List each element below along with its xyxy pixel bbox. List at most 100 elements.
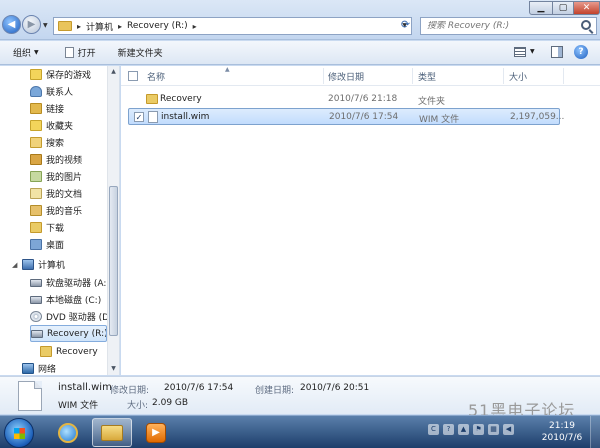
clock[interactable]: 21:19 2010/7/6: [540, 420, 584, 444]
nav-scrollbar[interactable]: ▲ ▼: [107, 66, 119, 375]
breadcrumb-computer[interactable]: 计算机: [86, 20, 113, 33]
contacts-icon: [30, 86, 42, 97]
language-icon[interactable]: C: [428, 424, 439, 435]
taskbar-internet-explorer[interactable]: [48, 418, 88, 447]
scroll-down-icon[interactable]: ▼: [108, 363, 119, 375]
file-type: WIM 文件: [419, 115, 460, 125]
file-name: Recovery: [160, 94, 202, 104]
show-desktop-button[interactable]: [590, 416, 600, 448]
details-filetype: WIM 文件: [58, 401, 99, 411]
nav-item-label: 链接: [46, 105, 65, 115]
column-size[interactable]: 大小: [509, 70, 527, 83]
pictures-icon: [30, 171, 42, 182]
back-arrow-icon: ◀: [7, 19, 16, 30]
organize-label: 组织: [13, 49, 32, 59]
file-modified: 2010/7/6 21:18: [328, 94, 398, 104]
nav-item-label: Recovery (R:): [47, 328, 107, 339]
folder-icon: [146, 94, 158, 104]
nav-item-dvd-drive[interactable]: DVD 驱动器 (D:): [30, 308, 107, 325]
nav-item-label: DVD 驱动器 (D:): [46, 313, 107, 323]
column-divider[interactable]: [323, 68, 324, 84]
start-button[interactable]: [4, 418, 34, 448]
open-button[interactable]: 打开: [64, 46, 96, 59]
column-divider[interactable]: [563, 68, 564, 84]
maximize-icon: ▢: [558, 3, 568, 13]
address-bar[interactable]: ▸ 计算机 ▸ Recovery (R:) ▸ ▼: [53, 17, 412, 35]
nav-item-label: 计算机: [38, 261, 66, 271]
maximize-button[interactable]: ▢: [552, 1, 574, 15]
chevron-down-icon: ▼: [34, 49, 39, 56]
new-folder-button[interactable]: 新建文件夹: [118, 46, 163, 59]
expand-arrow-icon[interactable]: ◢: [12, 261, 20, 269]
column-divider[interactable]: [503, 68, 504, 84]
taskbar-windows-explorer[interactable]: [92, 418, 132, 447]
network-status-icon[interactable]: ▦: [488, 424, 499, 435]
organize-button[interactable]: 组织 ▼: [13, 46, 39, 59]
address-folder-icon: [58, 21, 72, 31]
dvd-drive-icon: [30, 311, 42, 322]
nav-item-recovery-drive[interactable]: Recovery (R:): [30, 325, 107, 342]
local-disk-icon: [30, 295, 42, 304]
details-modified-value: 2010/7/6 17:54: [164, 383, 234, 393]
nav-item-computer[interactable]: ◢ 计算机: [12, 256, 119, 273]
view-dropdown-icon[interactable]: ▼: [530, 48, 535, 55]
scroll-up-icon[interactable]: ▲: [108, 66, 119, 78]
nav-item-network[interactable]: 网络: [22, 360, 119, 375]
nav-item-floppy[interactable]: 软盘驱动器 (A:): [30, 274, 107, 291]
column-divider[interactable]: [412, 68, 413, 84]
taskbar-media-player[interactable]: ▶: [136, 418, 176, 447]
breadcrumb-separator-icon[interactable]: ▸: [193, 22, 197, 31]
action-center-icon[interactable]: ⚑: [473, 424, 484, 435]
breadcrumb-separator-icon[interactable]: ▸: [77, 22, 81, 31]
view-options-icon[interactable]: [514, 47, 526, 57]
column-name[interactable]: 名称: [147, 70, 165, 83]
close-button[interactable]: ✕: [573, 1, 600, 15]
nav-item-label: 网络: [38, 365, 57, 375]
select-all-checkbox[interactable]: [128, 71, 138, 81]
column-modified[interactable]: 修改日期: [328, 70, 364, 83]
breadcrumb-recovery[interactable]: Recovery (R:): [127, 21, 188, 31]
sort-ascending-icon: ▲: [225, 66, 230, 73]
search-box[interactable]: [420, 17, 597, 35]
nav-item-label: 软盘驱动器 (A:): [46, 279, 107, 289]
file-name: install.wim: [161, 112, 210, 122]
scroll-thumb[interactable]: [109, 186, 118, 336]
nav-item-label: 我的音乐: [46, 207, 83, 217]
breadcrumb-separator-icon[interactable]: ▸: [118, 22, 122, 31]
documents-icon: [30, 188, 42, 199]
volume-icon[interactable]: ◀: [503, 424, 514, 435]
folder-icon: [40, 346, 52, 357]
table-row[interactable]: Recovery 2010/7/6 21:18 文件夹: [128, 91, 560, 108]
floppy-drive-icon: [30, 278, 42, 287]
open-label: 打开: [77, 49, 96, 59]
nav-item-local-disk[interactable]: 本地磁盘 (C:): [30, 291, 107, 308]
file-type: 文件夹: [418, 97, 446, 107]
nav-item-label: 搜索: [46, 139, 65, 149]
search-icon[interactable]: [581, 20, 591, 30]
saved-games-icon: [30, 69, 42, 80]
table-row[interactable]: ✓ install.wim 2010/7/6 17:54 WIM 文件 2,19…: [128, 108, 564, 125]
nav-item-label: 收藏夹: [46, 122, 74, 132]
details-filename: install.wim: [58, 382, 112, 393]
show-hidden-icons-icon[interactable]: ▲: [458, 424, 469, 435]
help-icon[interactable]: ?: [574, 45, 588, 59]
network-icon: [22, 363, 34, 374]
nav-item-recovery-folder[interactable]: Recovery: [40, 343, 107, 360]
column-type[interactable]: 类型: [418, 70, 436, 83]
file-icon: [148, 111, 158, 123]
links-icon: [30, 103, 42, 114]
details-created-value: 2010/7/6 20:51: [300, 383, 370, 393]
search-input[interactable]: [427, 21, 577, 31]
nav-item-label: 本地磁盘 (C:): [46, 296, 102, 306]
minimize-button[interactable]: ▁: [529, 1, 553, 15]
recent-pages-dropdown[interactable]: ▼: [43, 22, 48, 29]
back-button[interactable]: ◀: [2, 15, 21, 34]
minimize-icon: ▁: [537, 3, 545, 13]
refresh-icon[interactable]: ⟳: [398, 18, 413, 34]
help-tray-icon[interactable]: ?: [443, 424, 454, 435]
forward-arrow-icon: ▶: [27, 19, 36, 30]
row-checkbox[interactable]: ✓: [134, 112, 144, 122]
file-thumbnail-icon: [18, 381, 42, 411]
preview-pane-icon[interactable]: [551, 46, 563, 58]
forward-button[interactable]: ▶: [22, 15, 41, 34]
